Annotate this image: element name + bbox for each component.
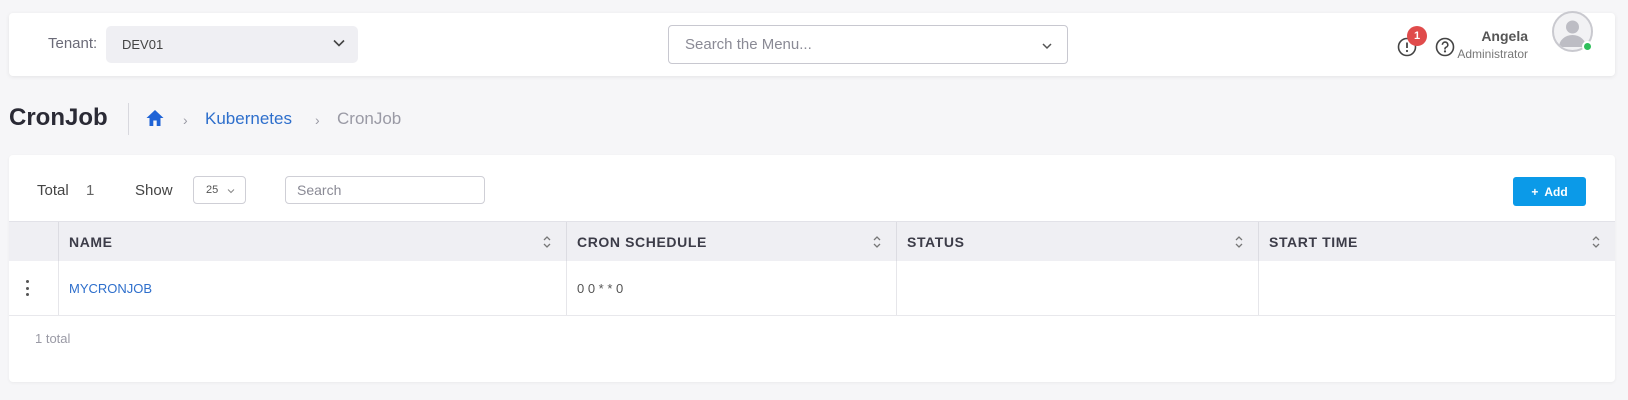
breadcrumb-link-kubernetes[interactable]: Kubernetes [205, 109, 292, 129]
user-name: Angela [1481, 28, 1528, 44]
top-bar: Tenant: DEV01 Search the Menu... 1 Angel… [9, 13, 1615, 76]
table-search-placeholder: Search [297, 182, 342, 198]
sort-icon[interactable] [872, 235, 882, 252]
menu-search-placeholder: Search the Menu... [685, 36, 812, 53]
column-header-label: START TIME [1269, 234, 1358, 250]
column-header-label: CRON SCHEDULE [577, 234, 707, 250]
column-header-label: NAME [69, 234, 113, 250]
table-header: NAME CRON SCHEDULE STATUS START TIME [9, 221, 1615, 262]
total-value: 1 [86, 182, 95, 199]
tenant-label: Tenant: [48, 35, 98, 52]
cronjob-name-link[interactable]: MYCRONJOB [69, 281, 152, 296]
breadcrumb-separator: › [183, 112, 188, 128]
help-icon[interactable] [1434, 36, 1456, 58]
table-row: MYCRONJOB 0 0 * * 0 [9, 261, 1615, 316]
cell-cron-schedule: 0 0 * * 0 [566, 261, 896, 315]
sort-icon[interactable] [1234, 235, 1244, 252]
chevron-down-icon [1041, 39, 1053, 56]
total-label: Total [37, 182, 69, 199]
add-button[interactable]: + Add [1513, 177, 1586, 206]
column-header-start-time[interactable]: START TIME [1258, 222, 1615, 262]
home-icon[interactable] [145, 108, 165, 133]
chevron-down-icon [227, 186, 235, 198]
cronjob-panel: Total 1 Show 25 Search + Add NAME CRON S… [9, 155, 1615, 382]
sort-icon[interactable] [542, 235, 552, 252]
cell-start-time [1258, 261, 1615, 315]
title-divider [128, 103, 129, 135]
sort-icon[interactable] [1591, 235, 1601, 252]
page-size-value: 25 [206, 184, 219, 196]
show-label: Show [135, 182, 173, 199]
column-header-cron-schedule[interactable]: CRON SCHEDULE [566, 222, 896, 262]
online-status-dot [1582, 41, 1593, 52]
column-header-name[interactable]: NAME [58, 222, 566, 262]
notification-badge: 1 [1407, 26, 1427, 46]
kebab-menu-icon[interactable] [24, 280, 30, 296]
chevron-down-icon [332, 36, 346, 53]
cron-schedule-value: 0 0 * * 0 [577, 280, 624, 296]
table-search-input[interactable]: Search [285, 176, 485, 204]
cell-status [896, 261, 1258, 315]
column-header-status[interactable]: STATUS [896, 222, 1258, 262]
footer-total: 1 total [35, 331, 71, 346]
plus-icon: + [1531, 184, 1539, 199]
user-role: Administrator [1457, 47, 1528, 61]
menu-search-input[interactable]: Search the Menu... [668, 25, 1068, 64]
cell-name: MYCRONJOB [58, 261, 566, 315]
tenant-value: DEV01 [122, 37, 164, 52]
tenant-select[interactable]: DEV01 [106, 26, 358, 63]
breadcrumb-separator: › [315, 112, 320, 128]
column-header-label: STATUS [907, 234, 965, 250]
page-size-select[interactable]: 25 [193, 176, 246, 204]
page-title: CronJob [9, 104, 108, 131]
breadcrumb-current: CronJob [337, 109, 402, 128]
add-button-label: Add [1544, 184, 1568, 199]
